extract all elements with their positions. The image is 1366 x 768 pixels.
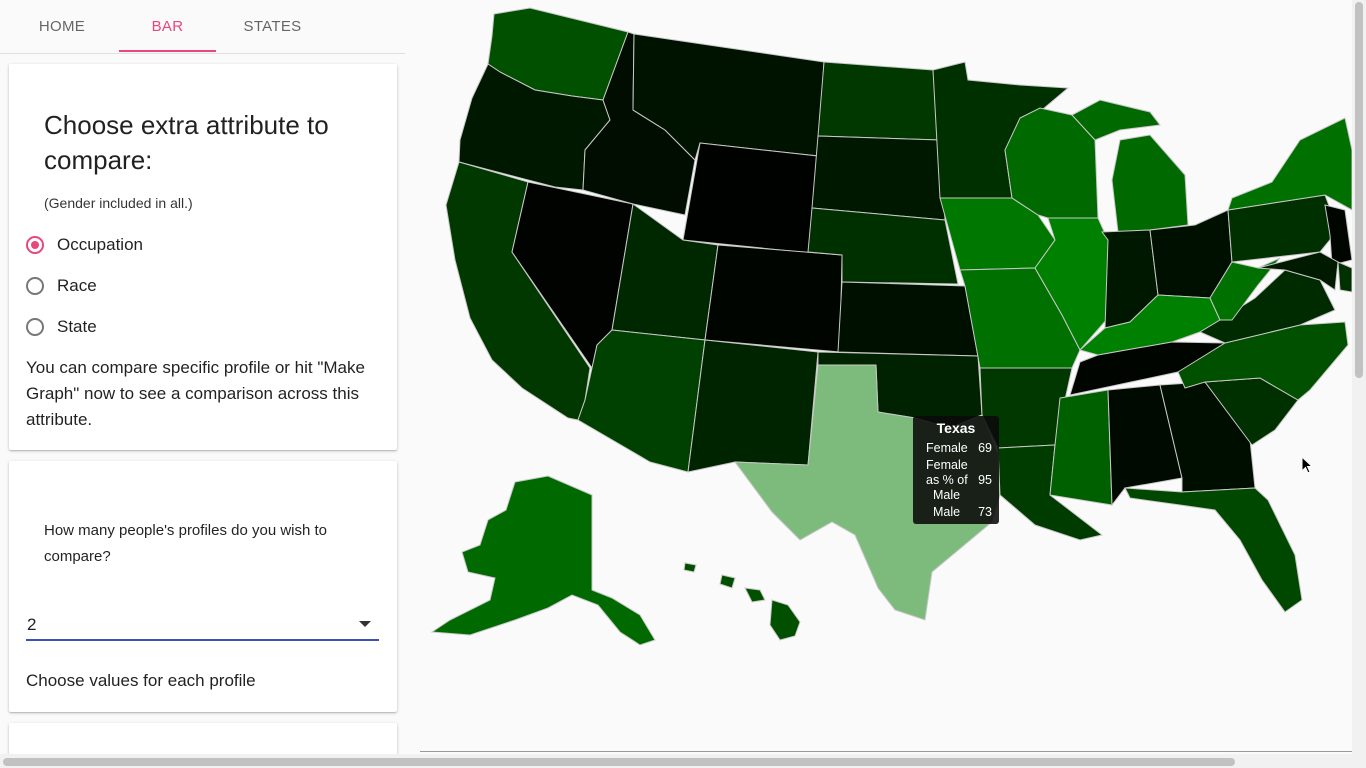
state-florida[interactable] [1124,487,1303,613]
state-hawaii-oahu[interactable] [719,574,736,589]
tooltip-male-value: 73 [978,505,992,519]
compare-help-text: You can compare specific profile or hit … [26,358,365,429]
radio-state[interactable]: State [26,315,97,339]
state-delaware[interactable] [1337,261,1352,293]
radio-occupation-label: Occupation [57,235,143,254]
tooltip-male-label: Male [933,505,961,519]
state-wyoming[interactable] [682,142,819,254]
state-arizona[interactable] [577,329,706,473]
profile-count-value: 2 [27,615,37,634]
state-kansas[interactable] [837,281,979,357]
tooltip-female-label: Female [926,441,968,455]
tooltip-state-name: Texas [936,420,976,436]
tooltip-pct-label-1: Female [926,458,968,472]
radio-race[interactable]: Race [26,274,97,298]
horizontal-scroll-thumb[interactable] [3,758,1235,766]
horizontal-scrollbar[interactable] [0,754,1352,768]
choose-values-label: Choose values for each profile [26,671,256,690]
profile-count-select[interactable]: 2 [26,611,379,641]
radio-occupation[interactable]: Occupation [26,233,143,257]
tab-states[interactable]: STATES [224,0,321,53]
state-alaska[interactable] [430,475,656,646]
us-map-svg [430,7,1352,646]
vertical-scrollbar[interactable] [1352,0,1366,768]
tooltip-pct-value: 95 [978,473,992,487]
compare-attribute-subtitle: (Gender included in all.) [44,195,193,211]
radio-race-label: Race [57,276,97,295]
tooltip-pct-label-3: Male [933,488,961,502]
state-hawaii-maui[interactable] [744,587,766,603]
state-tooltip: Texas Female 69 Female as % of 95 Male M… [913,416,999,524]
state-south-dakota[interactable] [811,135,946,221]
tab-bar: HOME BAR STATES [0,0,405,54]
tooltip-female-value: 69 [978,441,992,455]
state-colorado[interactable] [704,244,843,353]
tooltip-pct-label-2: as % of [926,473,968,487]
radio-state-label: State [57,317,97,336]
state-new-mexico[interactable] [687,339,819,473]
vertical-scroll-thumb[interactable] [1355,2,1363,378]
compare-attribute-card: Choose extra attribute to compare: (Gend… [9,64,397,450]
radio-race-circle[interactable] [26,277,44,295]
state-hawaii[interactable] [769,599,801,641]
tab-bar-chart[interactable]: BAR [119,0,216,53]
profile-count-question: How many people's profiles do you wish t… [44,522,328,565]
state-new-york[interactable] [1227,117,1352,211]
state-hawaii-kauai[interactable] [683,562,697,573]
radio-state-circle[interactable] [26,318,44,336]
left-panel: HOME BAR STATES Choose extra attribute t… [0,0,405,768]
map-bottom-divider [420,751,1352,752]
compare-attribute-title: Choose extra attribute to compare: [44,110,329,175]
state-michigan[interactable] [1111,134,1189,233]
caret-down-icon [359,621,371,627]
active-tab-indicator [119,50,216,52]
radio-occupation-circle[interactable] [26,236,44,254]
profiles-card: How many people's profiles do you wish t… [9,461,397,712]
state-north-dakota[interactable] [817,61,941,141]
state-mississippi[interactable] [1049,389,1113,506]
tab-home[interactable]: HOME [14,0,110,53]
us-choropleth-map [405,0,1352,752]
